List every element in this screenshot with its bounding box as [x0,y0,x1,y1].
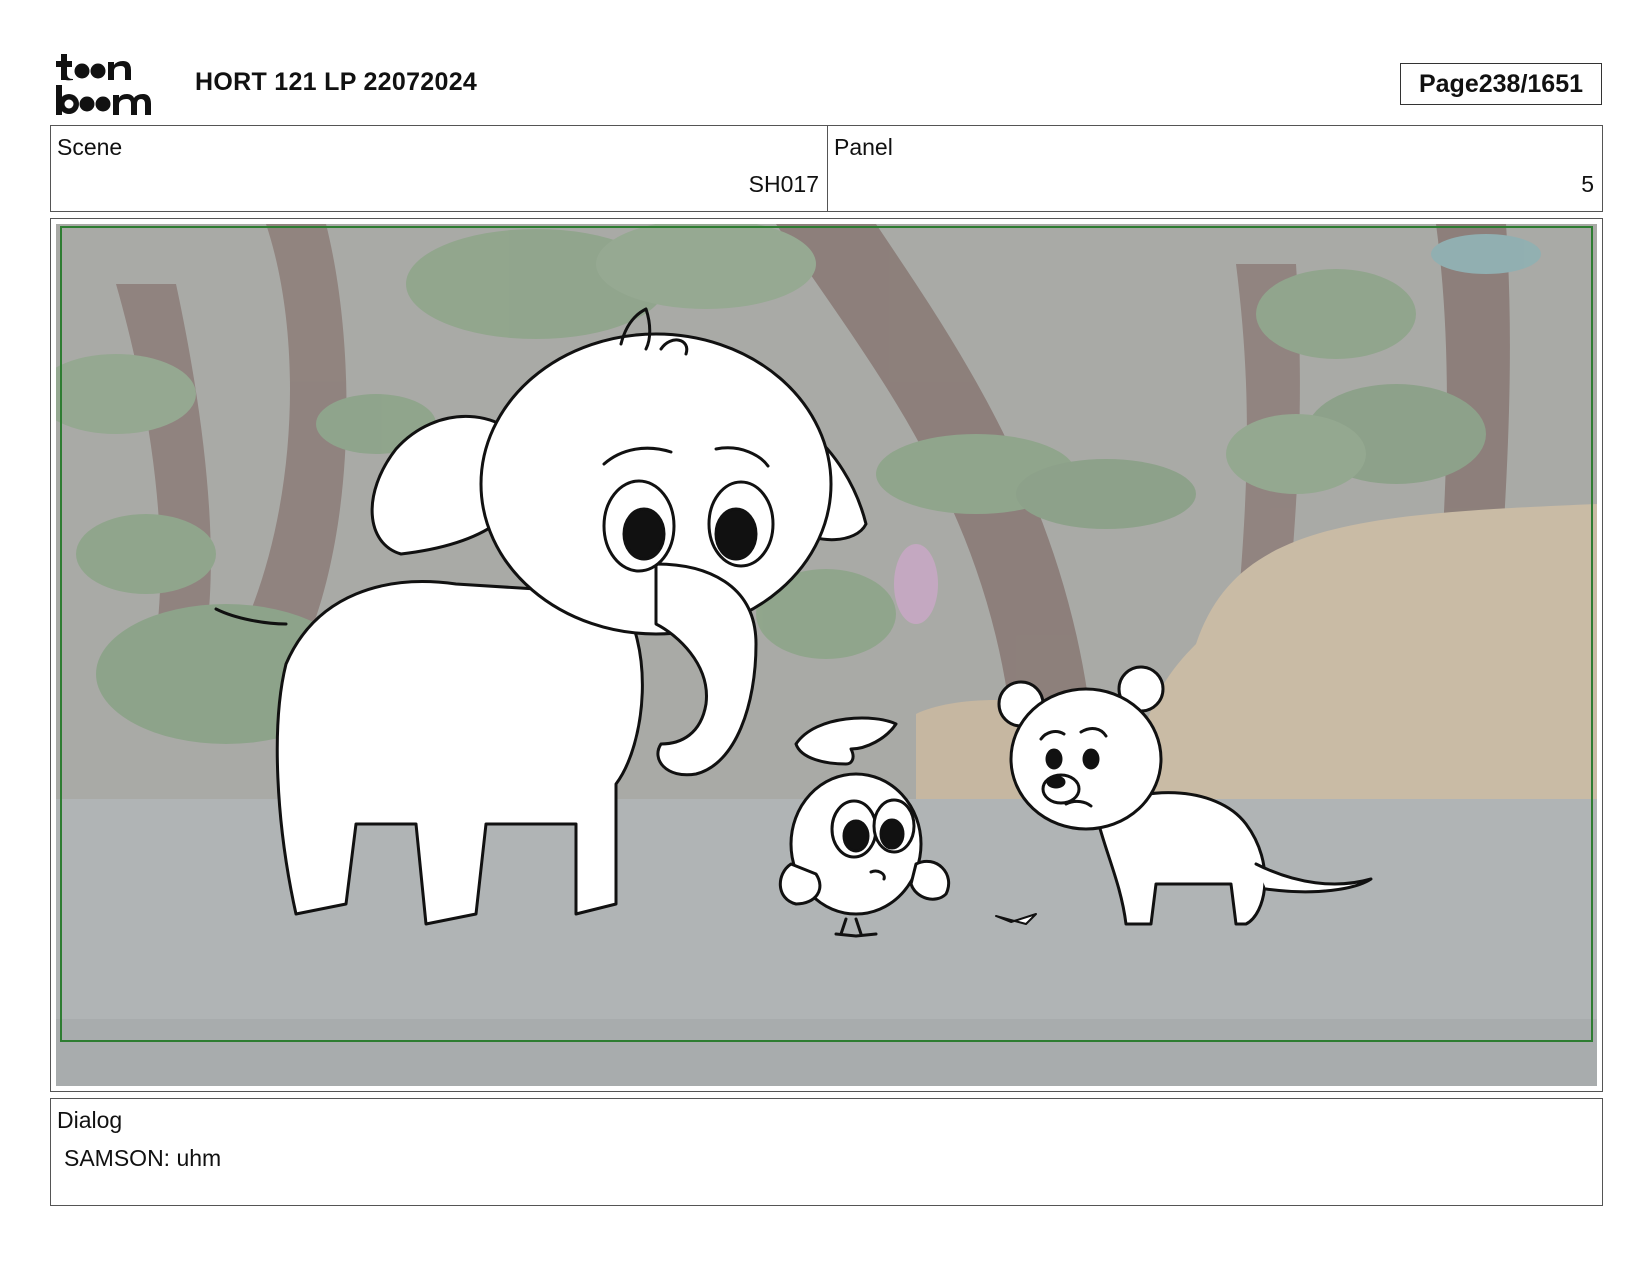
dialog-label: Dialog [57,1107,123,1133]
panel-artwork-frame [50,218,1603,1092]
panel-cell: Panel 5 [828,126,1602,211]
document-title: HORT 121 LP 22072024 [195,68,478,96]
panel-value: 5 [1581,171,1594,197]
scene-panel-row: Scene SH017 Panel 5 [50,125,1603,212]
page-indicator: Page 238/1651 [1400,63,1602,105]
panel-artwork [56,224,1597,1086]
dialog-text: SAMSON: uhm [64,1145,222,1171]
panel-label: Panel [834,134,893,160]
toon-boom-logo [56,54,151,115]
page-number: 238/1651 [1478,69,1584,98]
scene-label: Scene [57,134,123,160]
scene-cell: Scene SH017 [51,126,828,211]
page-prefix: Page [1418,69,1479,98]
storyboard-page: HORT 121 LP 22072024 Page 238/1651 Scene… [0,0,1650,1275]
scene-value: SH017 [748,171,819,197]
dialog-box: Dialog SAMSON: uhm [50,1098,1603,1206]
